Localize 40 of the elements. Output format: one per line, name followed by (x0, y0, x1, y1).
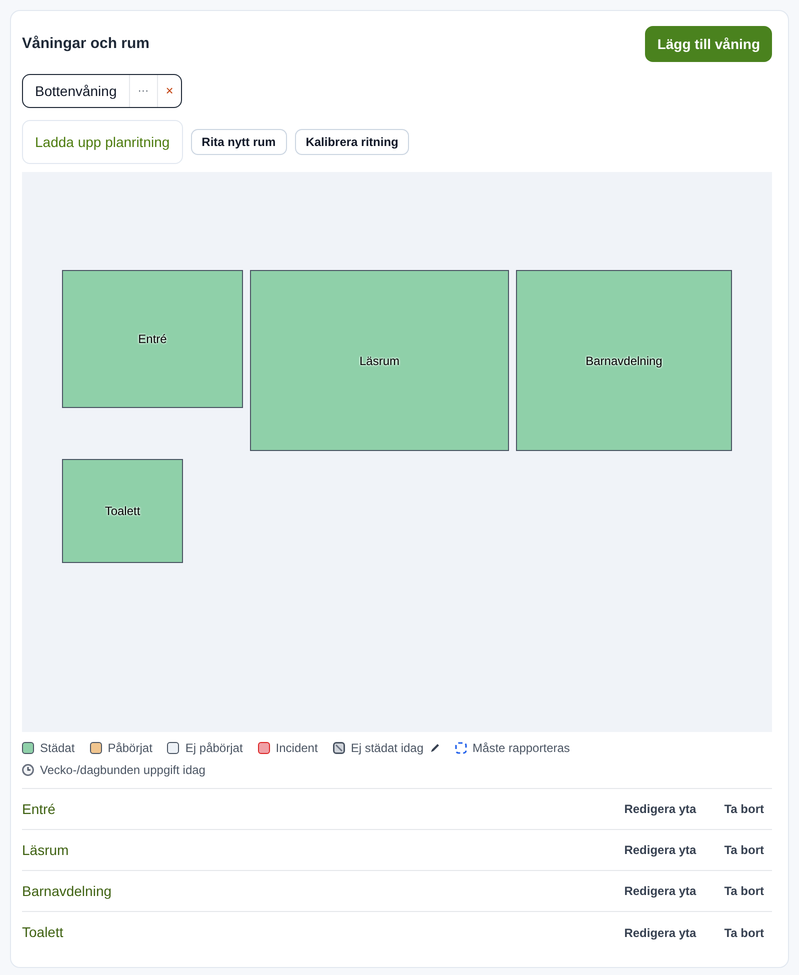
room-shape[interactable]: Entré (62, 270, 243, 408)
delete-button[interactable]: Ta bort (716, 837, 772, 863)
room-name: Barnavdelning (22, 882, 113, 901)
floor-name[interactable]: Bottenvåning (23, 75, 130, 107)
pencil-icon (430, 743, 440, 753)
delete-button[interactable]: Ta bort (716, 878, 772, 904)
edit-area-button[interactable]: Redigera yta (616, 796, 704, 822)
room-label: Läsrum (359, 352, 400, 370)
legend-label: Påbörjat (108, 740, 152, 757)
room-name: Entré (22, 800, 56, 818)
dashed-square-icon (454, 742, 467, 754)
draw-room-button[interactable]: Rita nytt rum (190, 129, 287, 155)
room-label: Toalett (104, 503, 140, 520)
legend-label: Måste rapporteras (472, 740, 570, 757)
legend-label: Ej städat idag (350, 740, 424, 757)
clock-icon (22, 764, 34, 776)
delete-button[interactable]: Ta bort (716, 796, 772, 822)
legend-label: Incident (276, 740, 318, 757)
add-floor-button[interactable]: Lägg till våning (645, 26, 772, 62)
edit-area-button[interactable]: Redigera yta (616, 878, 704, 904)
upload-button[interactable]: Ladda upp planritning (22, 120, 183, 164)
edit-area-button[interactable]: Redigera yta (616, 837, 704, 863)
hatched-swatch-icon (332, 742, 345, 754)
room-shape[interactable]: Läsrum (250, 270, 509, 451)
edit-area-button[interactable]: Redigera yta (616, 920, 704, 946)
legend-label: Vecko-/dagbunden uppgift idag (40, 762, 206, 779)
floor-tab[interactable]: Bottenvåning ··· × (22, 74, 182, 108)
room-label: Entré (138, 331, 167, 348)
delete-button[interactable]: Ta bort (716, 920, 772, 946)
calibrate-button[interactable]: Kalibrera ritning (294, 129, 410, 155)
more-button[interactable]: ··· (130, 75, 158, 107)
section-title: Våningar och rum (22, 34, 150, 54)
room-shape[interactable]: Toalett (62, 459, 183, 563)
legend-label: Ej påbörjat (185, 740, 243, 757)
room-label: Barnavdelning (586, 352, 662, 370)
room-name: Läsrum (22, 840, 70, 860)
legend-label: Städat (40, 740, 75, 757)
room-shape[interactable]: Barnavdelning (516, 270, 732, 451)
close-button[interactable]: × (158, 75, 182, 107)
room-name: Toalett (22, 923, 64, 942)
